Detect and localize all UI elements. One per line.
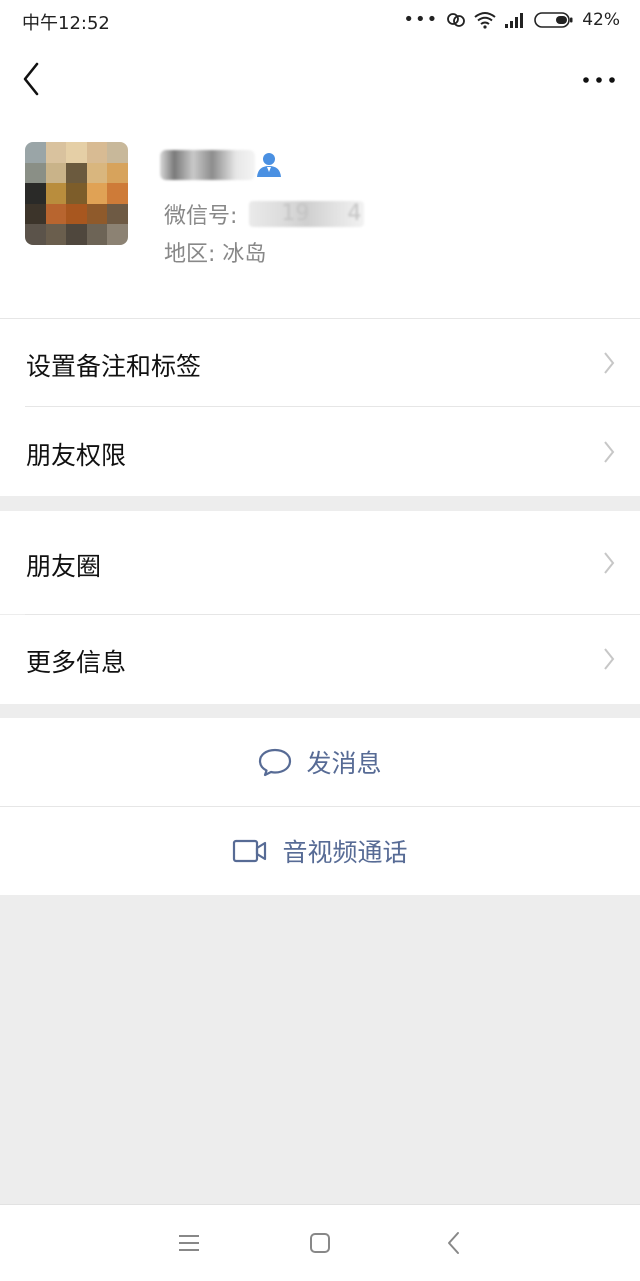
row-label: 朋友圈 [26, 552, 102, 581]
avatar[interactable] [25, 142, 128, 245]
more-button[interactable] [578, 62, 622, 98]
chevron-right-icon [604, 441, 615, 463]
chat-bubble-icon [259, 748, 292, 777]
menu-button[interactable] [175, 1229, 203, 1257]
wechat-id-fragment-1: 19 [281, 201, 310, 226]
row-more-info[interactable]: 更多信息 [0, 615, 640, 704]
video-call-label: 音视频通话 [282, 838, 408, 867]
back-arrow-icon [448, 1232, 459, 1254]
more-dots-icon: ••• [403, 9, 439, 30]
wechat-id-label: 微信号: [164, 204, 238, 229]
row-moments[interactable]: 朋友圈 [0, 511, 640, 614]
home-button[interactable] [306, 1229, 334, 1257]
battery-percent: 42% [582, 10, 620, 30]
nickname-blurred [160, 150, 255, 180]
nav-bar [0, 40, 640, 118]
wechat-id: 微信号: 19 4 [164, 198, 365, 230]
battery-icon [534, 12, 573, 28]
region: 地区: 冰岛 [164, 242, 267, 267]
contact-person-icon [257, 153, 281, 177]
more-dots-icon [583, 77, 615, 83]
signal-icon [505, 13, 524, 28]
chevron-left-icon [23, 62, 39, 96]
video-call-button[interactable]: 音视频通话 [0, 807, 640, 895]
menu-icon [179, 1235, 199, 1251]
row-remarks-tags[interactable]: 设置备注和标签 [0, 318, 640, 407]
system-back-button[interactable] [440, 1229, 468, 1257]
wifi-icon [474, 12, 496, 29]
chevron-right-icon [604, 552, 615, 574]
profile-card: 微信号: 19 4 地区: 冰岛 [0, 118, 640, 318]
video-camera-icon [233, 839, 267, 863]
status-time: 中午12:52 [22, 13, 110, 34]
send-message-label: 发消息 [306, 749, 382, 778]
home-square-icon [310, 1233, 330, 1253]
row-label: 设置备注和标签 [26, 352, 202, 381]
chevron-right-icon [604, 648, 615, 670]
link-icon [447, 13, 466, 27]
chevron-right-icon [604, 352, 615, 374]
status-bar: 中午12:52 ••• 42% [0, 0, 640, 40]
wechat-id-blurred: 19 4 [249, 201, 365, 227]
row-label: 朋友权限 [26, 441, 127, 470]
wechat-id-fragment-2: 4 [347, 201, 362, 226]
row-friend-permissions[interactable]: 朋友权限 [0, 407, 640, 496]
system-nav-bar [0, 1204, 640, 1281]
status-icons: ••• 42% [403, 9, 620, 31]
send-message-button[interactable]: 发消息 [0, 718, 640, 806]
row-label: 更多信息 [26, 648, 127, 677]
back-button[interactable] [14, 58, 50, 100]
